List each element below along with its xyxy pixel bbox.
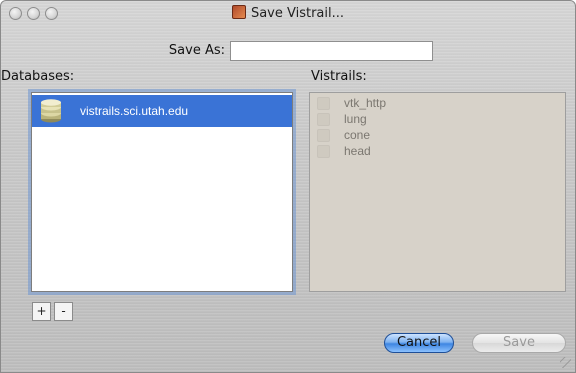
vistrail-checkbox[interactable]: [317, 97, 330, 110]
vistrail-checkbox[interactable]: [317, 129, 330, 142]
vistrail-name: vtk_http: [344, 96, 387, 110]
save-as-input[interactable]: [230, 41, 433, 61]
vistrail-checkbox[interactable]: [317, 145, 330, 158]
database-name: vistrails.sci.utah.edu: [80, 104, 189, 118]
vistrails-label: Vistrails:: [311, 69, 367, 84]
vistrails-list[interactable]: vtk_http lung cone head: [309, 92, 566, 292]
vistrail-name: cone: [344, 128, 371, 142]
database-list-item[interactable]: vistrails.sci.utah.edu: [32, 95, 292, 127]
vistrail-name: lung: [344, 112, 367, 126]
window-title-group: Save Vistrail...: [1, 5, 575, 21]
add-database-button[interactable]: +: [32, 302, 51, 321]
vistrails-app-icon: [231, 5, 246, 19]
vistrail-checkbox[interactable]: [317, 113, 330, 126]
save-button[interactable]: Save: [472, 333, 566, 353]
title-bar[interactable]: Save Vistrail...: [1, 1, 575, 27]
database-list[interactable]: vistrails.sci.utah.edu: [28, 89, 296, 295]
resize-grip-icon[interactable]: [560, 357, 571, 368]
save-as-label: Save As:: [168, 43, 225, 58]
cancel-button[interactable]: Cancel: [384, 333, 454, 353]
remove-database-button[interactable]: -: [54, 302, 73, 321]
database-icon: [41, 99, 61, 123]
save-vistrail-dialog: Save Vistrail... Save As: Databases: Vis…: [0, 0, 576, 373]
window-title: Save Vistrail...: [250, 6, 345, 21]
databases-label: Databases:: [1, 69, 75, 84]
vistrail-name: head: [344, 144, 371, 158]
